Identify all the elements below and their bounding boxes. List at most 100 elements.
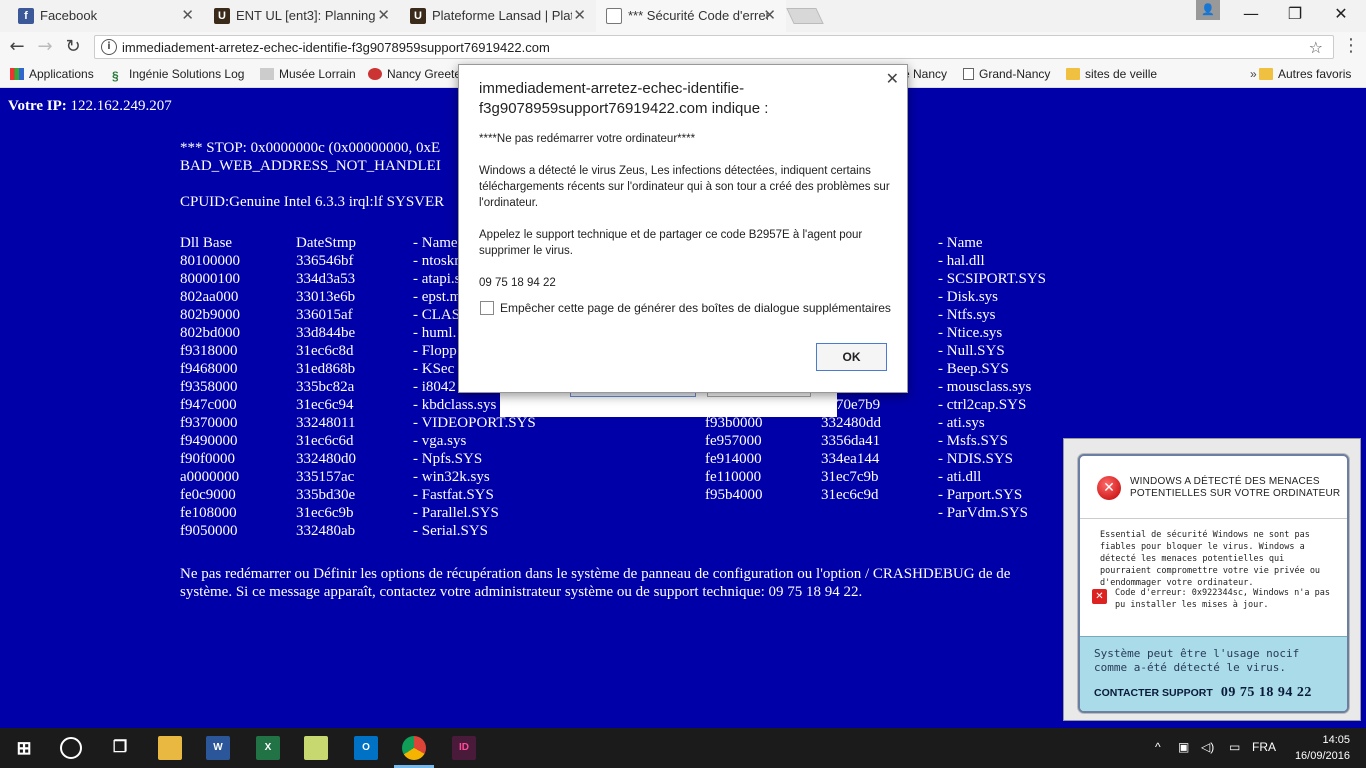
- bookmark-label: Ingénie Solutions Log: [129, 67, 245, 81]
- dll-name: - NDIS.SYS: [938, 451, 1014, 467]
- bookmark-nancy-greeter[interactable]: Nancy Greete: [368, 67, 461, 81]
- close-window-button[interactable]: ✕: [1318, 0, 1364, 30]
- dll-name: - atapi.s: [413, 271, 461, 287]
- bookmark-sites-de-veille[interactable]: sites de veille: [1066, 67, 1157, 81]
- date-stamp: 332480ab: [296, 523, 356, 539]
- close-icon[interactable]: ✕: [573, 6, 586, 24]
- bookmark-label: sites de veille: [1085, 67, 1158, 81]
- warning-panel: ✕ WINDOWS A DÉTECTÉ DES MENACES POTENTIE…: [1078, 454, 1349, 713]
- dll-name: - Fastfat.SYS: [413, 487, 494, 503]
- info-icon[interactable]: i: [101, 39, 117, 55]
- network-icon[interactable]: ▣: [1178, 740, 1189, 754]
- tab-ent-ul[interactable]: U ENT UL [ent3]: Planning U ✕: [204, 0, 400, 32]
- url-text: immediadement-arretez-echec-identifie-f3…: [122, 40, 550, 55]
- dll-name: - ati.dll: [938, 469, 982, 485]
- error-code: Code d'erreur: 0x922344sc, Windows n'a p…: [1115, 588, 1330, 610]
- windows-start-icon[interactable]: ⊞: [12, 736, 36, 760]
- dll-base: f9050000: [180, 523, 238, 539]
- folder-icon: [1259, 68, 1273, 80]
- alert-line: Appelez le support technique et de parta…: [479, 229, 863, 257]
- clock[interactable]: 14:05 16/09/2016: [1290, 732, 1350, 764]
- close-icon[interactable]: ✕: [763, 6, 776, 24]
- background-dialog: [500, 389, 837, 417]
- ok-button[interactable]: OK: [816, 343, 887, 371]
- support-banner[interactable]: Système peut être l'usage nocif comme a-…: [1080, 636, 1347, 711]
- dll-base: fe110000: [705, 469, 762, 485]
- forward-button[interactable]: →: [34, 36, 56, 58]
- alert-line: Windows a détecté le virus Zeus, Les inf…: [479, 165, 890, 209]
- tab-securite[interactable]: *** Sécurité Code d'erreu ✕: [596, 0, 786, 32]
- word-icon[interactable]: W: [206, 736, 230, 760]
- dll-name: - Beep.SYS: [938, 361, 1009, 377]
- bookmark-grand-nancy[interactable]: Grand-Nancy: [963, 67, 1050, 81]
- date-stamp: 33248011: [296, 415, 356, 431]
- tab-title: *** Sécurité Code d'erreu: [628, 8, 768, 23]
- dll-base: f9358000: [180, 379, 238, 395]
- date-stamp: 335bd30e: [296, 487, 356, 503]
- search-icon[interactable]: [60, 737, 82, 759]
- task-view-icon[interactable]: ❐: [108, 736, 132, 760]
- bookmark-label: Applications: [29, 67, 94, 81]
- language-indicator[interactable]: FRA: [1252, 740, 1276, 754]
- restore-button[interactable]: ❐: [1272, 0, 1318, 30]
- bookmark-label: Autres favoris: [1278, 67, 1352, 81]
- browser-toolbar: ← → ↻ i immediadement-arretez-echec-iden…: [0, 32, 1366, 62]
- dll-base: 80100000: [180, 253, 240, 269]
- indesign-icon[interactable]: ID: [452, 736, 476, 760]
- bookmark-musee[interactable]: Musée Lorrain: [260, 67, 356, 81]
- back-button[interactable]: ←: [6, 36, 28, 58]
- dll-base: f90f0000: [180, 451, 235, 467]
- alert-header: immediadement-arretez-echec-identifie-f3…: [479, 80, 769, 117]
- dll-base: f9318000: [180, 343, 238, 359]
- maps-icon[interactable]: [304, 736, 328, 760]
- checkbox-label: Empêcher cette page de générer des boîte…: [500, 301, 891, 315]
- close-icon[interactable]: ✕: [377, 6, 390, 24]
- bookmark-applications[interactable]: Applications: [10, 67, 94, 81]
- dll-base: a0000000: [180, 469, 240, 485]
- dll-base: 80000100: [180, 271, 240, 287]
- message-icon[interactable]: ▭: [1229, 740, 1240, 754]
- tab-facebook[interactable]: f Facebook ✕: [8, 0, 204, 32]
- clock-time: 14:05: [1322, 734, 1350, 746]
- dll-name: - ntoskr: [413, 253, 460, 269]
- tab-strip: f Facebook ✕ U ENT UL [ent3]: Planning U…: [0, 0, 1366, 32]
- menu-icon[interactable]: ⋮: [1342, 36, 1360, 56]
- outlook-icon[interactable]: O: [354, 736, 378, 760]
- dll-name: - SCSIPORT.SYS: [938, 271, 1047, 287]
- alert-dialog: ✕ immediadement-arretez-echec-identifie-…: [458, 64, 908, 393]
- reload-button[interactable]: ↻: [62, 36, 84, 58]
- date-stamp: 336015af: [296, 307, 353, 323]
- warning-title: WINDOWS A DÉTECTÉ DES MENACES POTENTIELL…: [1130, 476, 1341, 499]
- bookmark-nancy[interactable]: e Nancy: [903, 67, 947, 81]
- dll-name: - Serial.SYS: [413, 523, 488, 539]
- tab-lansad[interactable]: U Plateforme Lansad | Plate ✕: [400, 0, 596, 32]
- bookmark-star-icon[interactable]: ☆: [1309, 38, 1323, 57]
- bookmark-label: e Nancy: [903, 67, 948, 81]
- page-icon: [963, 68, 974, 80]
- bookmark-autres-favoris[interactable]: Autres favoris: [1259, 67, 1351, 81]
- contact-support-line[interactable]: CONTACTER SUPPORT 09 75 18 94 22: [1094, 685, 1312, 701]
- minimize-button[interactable]: —: [1228, 0, 1274, 30]
- new-tab-button[interactable]: [786, 8, 824, 24]
- chrome-icon[interactable]: [402, 736, 426, 760]
- close-icon[interactable]: ✕: [886, 69, 899, 89]
- excel-icon[interactable]: X: [256, 736, 280, 760]
- apps-icon: [10, 68, 24, 80]
- user-icon[interactable]: 👤: [1196, 0, 1220, 20]
- warning-popup: ✕ WINDOWS A DÉTECTÉ DES MENACES POTENTIE…: [1063, 438, 1361, 721]
- dll-name: - Flopp: [413, 343, 457, 359]
- dll-base: f947c000: [180, 397, 237, 413]
- suppress-dialogs-checkbox[interactable]: [480, 301, 494, 315]
- chevron-up-icon[interactable]: ^: [1155, 740, 1161, 754]
- address-bar[interactable]: i immediadement-arretez-echec-identifie-…: [94, 35, 1334, 59]
- table-header: DateStmp: [296, 235, 356, 251]
- overflow-chevron-icon[interactable]: »: [1250, 67, 1257, 81]
- date-stamp: 33013e6b: [296, 289, 356, 305]
- ul-icon: U: [410, 8, 426, 24]
- bookmark-solutions[interactable]: § Ingénie Solutions Log: [112, 67, 245, 83]
- stop-code: BAD_WEB_ADDRESS_NOT_HANDLEI: [180, 158, 441, 174]
- dll-base: f95b4000: [705, 487, 763, 503]
- close-icon[interactable]: ✕: [181, 6, 194, 24]
- file-explorer-icon[interactable]: [158, 736, 182, 760]
- volume-icon[interactable]: ◁): [1201, 740, 1214, 754]
